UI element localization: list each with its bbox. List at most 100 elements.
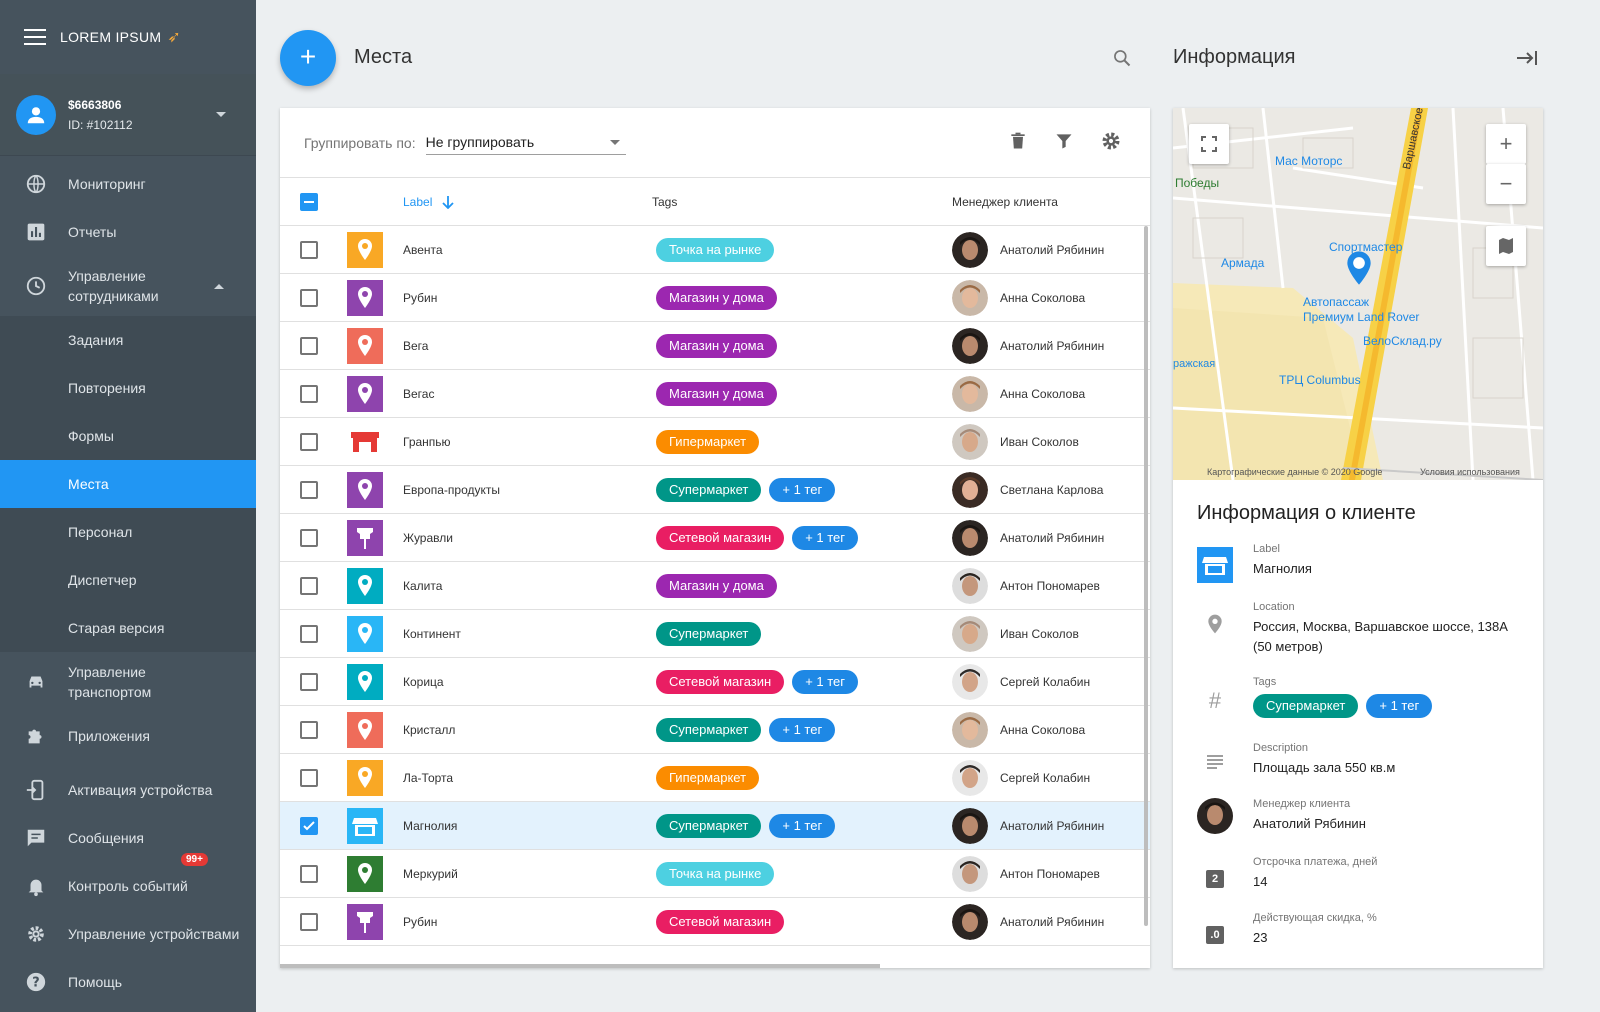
table-row[interactable]: Рубин Магазин у дома Анна Соколова [280, 274, 1150, 322]
row-checkbox[interactable] [300, 529, 318, 547]
table-row[interactable]: Меркурий Точка на рынке Антон Пономарев [280, 850, 1150, 898]
row-checkbox[interactable] [300, 337, 318, 355]
map-layers-icon[interactable] [1486, 226, 1526, 266]
zoom-in-button[interactable]: + [1486, 124, 1526, 164]
nav-apps[interactable]: Приложения [0, 712, 256, 760]
staff-submenu: Задания Повторения Формы Места Персонал … [0, 316, 256, 652]
tag-chip[interactable]: Магазин у дома [656, 334, 777, 358]
row-checkbox[interactable] [300, 577, 318, 595]
row-checkbox[interactable] [300, 289, 318, 307]
nav-dispatcher[interactable]: Диспетчер [0, 556, 256, 604]
nav-tasks[interactable]: Задания [0, 316, 256, 364]
nav-transport[interactable]: Управление транспортом [0, 652, 256, 712]
table-row[interactable]: Калита Магазин у дома Антон Пономарев [280, 562, 1150, 610]
tag-more-chip[interactable]: + 1 тег [792, 526, 859, 550]
tag-chip[interactable]: Супермаркет [656, 622, 762, 646]
row-checkbox[interactable] [300, 241, 318, 259]
select-all-checkbox[interactable] [300, 192, 318, 211]
tag-more-chip[interactable]: + 1 тег [769, 478, 836, 502]
tag-chip[interactable]: Супермаркет [1253, 694, 1359, 718]
nav-monitoring[interactable]: Мониторинг [0, 160, 256, 208]
row-checkbox[interactable] [300, 865, 318, 883]
tag-chip[interactable]: Сетевой магазин [656, 670, 785, 694]
tag-chip[interactable]: Сетевой магазин [656, 910, 785, 934]
tag-chip[interactable]: Сетевой магазин [656, 526, 785, 550]
table-row[interactable]: Вегас Магазин у дома Анна Соколова [280, 370, 1150, 418]
tag-chip[interactable]: Магазин у дома [656, 574, 777, 598]
table-row[interactable]: Авента Точка на рынке Анатолий Рябинин [280, 226, 1150, 274]
nav-forms[interactable]: Формы [0, 412, 256, 460]
tag-more-chip[interactable]: + 1 тег [1366, 694, 1433, 718]
manager-avatar [952, 280, 988, 316]
row-checkbox[interactable] [300, 769, 318, 787]
table-row[interactable]: Рубин Сетевой магазин Анатолий Рябинин [280, 898, 1150, 946]
row-checkbox[interactable] [300, 913, 318, 931]
manager-avatar [952, 808, 988, 844]
manager-title: Менеджер клиента [1253, 798, 1351, 810]
map-view[interactable]: + − Мас Моторс Победы Спортмастер Армада… [1173, 108, 1543, 480]
nav-devices[interactable]: Управление устройствами [0, 910, 256, 958]
tag-chip[interactable]: Магазин у дома [656, 382, 777, 406]
chevron-down-icon[interactable] [216, 112, 226, 117]
nav-help[interactable]: ? Помощь [0, 958, 256, 1006]
table-row[interactable]: Журавли Сетевой магазин + 1 тег Анатолий Ря… [280, 514, 1150, 562]
collapse-panel-icon[interactable] [1515, 48, 1539, 73]
search-icon[interactable] [1112, 48, 1132, 73]
add-place-button[interactable]: + [280, 30, 336, 86]
delete-icon[interactable] [1008, 130, 1028, 157]
user-account[interactable]: $6663806 ID: #102112 [0, 74, 256, 156]
table-row[interactable]: Корица Сетевой магазин + 1 тег Сергей Колаб… [280, 658, 1150, 706]
vertical-scrollbar[interactable] [1144, 226, 1148, 926]
tag-chip[interactable]: Точка на рынке [656, 862, 775, 886]
group-by-select[interactable]: Не группировать [425, 130, 626, 155]
tag-chip[interactable]: Супермаркет [656, 478, 762, 502]
place-type-icon [347, 376, 383, 412]
settings-gear-icon[interactable] [1100, 130, 1122, 157]
row-checkbox[interactable] [300, 481, 318, 499]
nav-reports[interactable]: Отчеты [0, 208, 256, 256]
table-row[interactable]: Гранпью Гипермаркет Иван Соколов [280, 418, 1150, 466]
nav-messages[interactable]: Сообщения [0, 814, 256, 862]
nav-events[interactable]: Контроль событий [0, 862, 256, 910]
nav-old-version[interactable]: Старая версия [0, 604, 256, 652]
zoom-out-button[interactable]: − [1486, 164, 1526, 204]
tag-chip[interactable]: Гипермаркет [656, 430, 760, 454]
table-row[interactable]: Ла-Торта Гипермаркет Сергей Колабин [280, 754, 1150, 802]
filter-icon[interactable] [1054, 130, 1074, 157]
tag-chip[interactable]: Магазин у дома [656, 286, 777, 310]
place-manager: Анатолий Рябинин [952, 904, 1104, 940]
table-row[interactable]: Европа-продукты Супермаркет + 1 тег Светлан… [280, 466, 1150, 514]
nav-personnel[interactable]: Персонал [0, 508, 256, 556]
tag-chip[interactable]: Супермаркет [656, 718, 762, 742]
row-checkbox[interactable] [300, 817, 318, 835]
tag-more-chip[interactable]: + 1 тег [769, 718, 836, 742]
tag-chip[interactable]: Точка на рынке [656, 238, 775, 262]
map-label-velosklad: ВелоСклад.ру [1363, 334, 1442, 348]
tag-chip[interactable]: Супермаркет [656, 814, 762, 838]
tag-chip[interactable]: Гипермаркет [656, 766, 760, 790]
tag-more-chip[interactable]: + 1 тег [769, 814, 836, 838]
nav-repeats[interactable]: Повторения [0, 364, 256, 412]
table-row[interactable]: Вега Магазин у дома Анатолий Рябинин [280, 322, 1150, 370]
row-checkbox[interactable] [300, 721, 318, 739]
table-row[interactable]: Магнолия Супермаркет + 1 тег Анатолий Рябин… [280, 802, 1150, 850]
chevron-up-icon[interactable] [214, 283, 224, 289]
column-label-sort[interactable]: Label [403, 195, 455, 209]
nav-staff-mgmt[interactable]: Управление сотрудниками [0, 256, 256, 316]
place-type-icon [347, 760, 383, 796]
horizontal-scrollbar[interactable] [280, 964, 880, 968]
fullscreen-icon[interactable] [1189, 124, 1229, 164]
row-checkbox[interactable] [300, 385, 318, 403]
menu-icon[interactable] [24, 29, 46, 45]
row-checkbox[interactable] [300, 625, 318, 643]
row-checkbox[interactable] [300, 433, 318, 451]
nav-activation[interactable]: Активация устройства [0, 766, 256, 814]
place-tags: Точка на рынке [656, 238, 775, 262]
map-terms-link[interactable]: Условия использования [1420, 467, 1520, 477]
row-checkbox[interactable] [300, 673, 318, 691]
tag-more-chip[interactable]: + 1 тег [792, 670, 859, 694]
table-row[interactable]: Кристалл Супермаркет + 1 тег Анна Соколова [280, 706, 1150, 754]
nav-places[interactable]: Места [0, 460, 256, 508]
map-marker-icon[interactable] [1339, 248, 1379, 288]
table-row[interactable]: Континент Супермаркет Иван Соколов [280, 610, 1150, 658]
